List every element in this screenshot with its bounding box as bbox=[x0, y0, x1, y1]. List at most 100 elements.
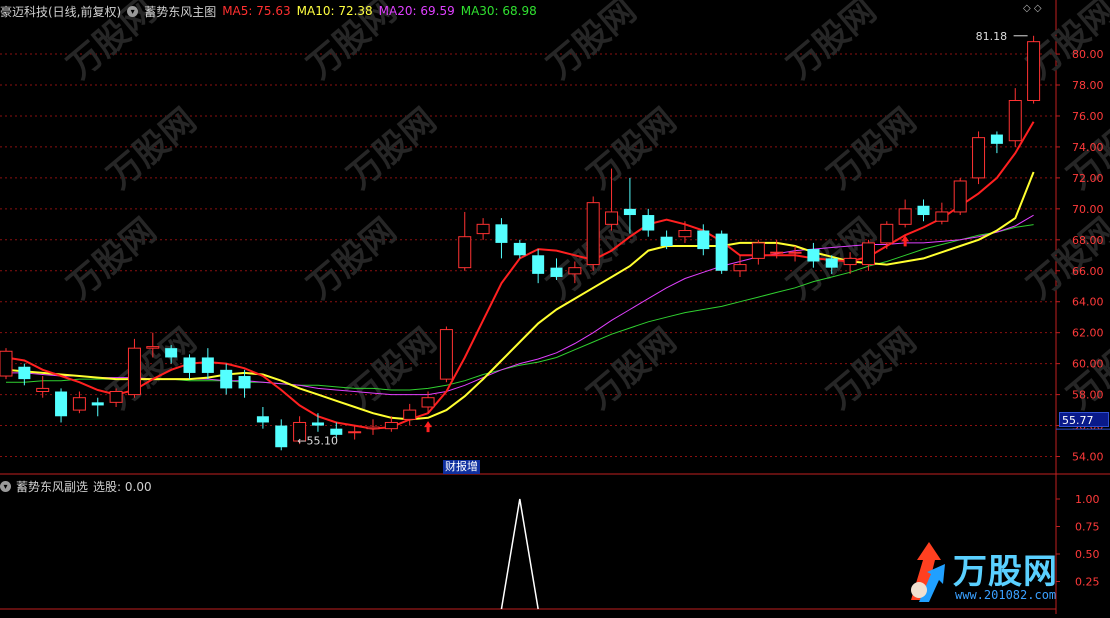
candle-body bbox=[201, 357, 214, 373]
watermark-text: 万股网 bbox=[540, 0, 644, 87]
candle-body bbox=[770, 251, 784, 254]
sub-indicator-value: 选股: 0.00 bbox=[93, 479, 152, 494]
candle-body bbox=[366, 426, 380, 430]
event-badge[interactable]: 财报增 bbox=[443, 460, 480, 474]
dropdown-icon[interactable]: ▾ bbox=[127, 5, 139, 17]
candle-body bbox=[1027, 41, 1041, 101]
candle-body bbox=[715, 233, 728, 271]
chart-canvas[interactable]: 万股网 万股网 万股网 万股网 万股网万股网 万股网 万股网 万股网 万股网万股网 万股网 万股网万… bbox=[0, 0, 1110, 614]
main-header: 豪迈科技(日线,前复权) ▾ 蓄势东风主图 MA5: 75.63 MA10: 7… bbox=[0, 2, 537, 20]
logo-arrow-icon bbox=[911, 542, 945, 602]
candle bbox=[55, 388, 68, 423]
candle bbox=[476, 218, 490, 240]
candle-body bbox=[72, 397, 86, 411]
tick-label: 0.75 bbox=[1075, 521, 1100, 534]
current-price-box: 55.77 bbox=[1059, 412, 1109, 427]
low-label: ←55.10 bbox=[297, 434, 338, 447]
stock-chart[interactable]: 万股网 万股网 万股网 万股网 万股网 万股网 万股网 万股网 万股网 万股网 万股网 万股网 万股网万… bbox=[0, 0, 1110, 614]
candle bbox=[220, 363, 233, 395]
candle-body bbox=[880, 223, 894, 244]
watermark-text: 万股网 bbox=[1020, 211, 1110, 307]
tick-label: 1.00 bbox=[1075, 493, 1100, 506]
candle-body bbox=[733, 264, 747, 272]
buy-arrow-icon bbox=[424, 421, 433, 433]
candle-body bbox=[183, 357, 196, 373]
watermark-text: 万股网 bbox=[300, 211, 404, 307]
signal-spike bbox=[500, 498, 539, 610]
main-indicator-name[interactable]: 蓄势东风主图 bbox=[144, 3, 216, 20]
candle-body bbox=[843, 257, 857, 266]
candle bbox=[715, 230, 728, 274]
candle-body bbox=[788, 251, 802, 254]
candle bbox=[990, 131, 1003, 154]
tick-label: 64.00 bbox=[1072, 296, 1104, 309]
sub-indicator-name[interactable]: 蓄势东风副选 bbox=[16, 478, 88, 495]
candle-body bbox=[568, 267, 582, 275]
candle bbox=[0, 348, 13, 380]
candle-body bbox=[36, 387, 50, 393]
tick-label: 74.00 bbox=[1072, 141, 1104, 154]
watermark-text: 万股网 bbox=[820, 321, 924, 417]
candle bbox=[201, 348, 214, 380]
brand-logo: 万股网 www.201082.com bbox=[905, 540, 1095, 610]
sub-header: ▾ 蓄势东风副选 选股: 0.00 bbox=[0, 478, 152, 494]
candle bbox=[127, 338, 141, 398]
ma20-label: MA20: 69.59 bbox=[378, 4, 455, 18]
candle-body bbox=[550, 267, 563, 277]
candle-body bbox=[807, 249, 820, 262]
candle-body bbox=[935, 211, 949, 222]
ma30-label: MA30: 68.98 bbox=[460, 4, 537, 18]
candle-body bbox=[348, 431, 362, 434]
candle-body bbox=[825, 258, 838, 268]
candle-body bbox=[1008, 99, 1022, 142]
candle bbox=[91, 397, 104, 417]
watermark-text: 万股网 bbox=[580, 321, 684, 417]
candle-body bbox=[642, 215, 655, 231]
candle-body bbox=[311, 422, 324, 426]
candle bbox=[348, 425, 362, 440]
candle bbox=[183, 354, 196, 380]
candle-body bbox=[586, 202, 600, 266]
tick-label: 76.00 bbox=[1072, 110, 1104, 123]
candle-body bbox=[256, 416, 269, 423]
candle-body bbox=[0, 350, 13, 377]
candle-body bbox=[18, 366, 31, 380]
candle bbox=[642, 208, 655, 237]
candle bbox=[917, 199, 930, 222]
tick-label: 62.00 bbox=[1072, 327, 1104, 340]
candle-body bbox=[220, 369, 233, 389]
candle bbox=[586, 196, 600, 271]
watermark-text: 万股网 bbox=[100, 101, 204, 197]
tick-label: 80.00 bbox=[1072, 48, 1104, 61]
candle bbox=[495, 218, 508, 259]
candle bbox=[751, 239, 765, 265]
candle-body bbox=[476, 223, 490, 235]
ma5-label: MA5: 75.63 bbox=[222, 4, 291, 18]
candle-body bbox=[660, 236, 673, 246]
candle bbox=[953, 177, 967, 216]
stock-title[interactable]: 豪迈科技(日线,前复权) bbox=[0, 3, 121, 20]
candle-body bbox=[495, 224, 508, 243]
candle bbox=[275, 419, 288, 451]
candle bbox=[439, 326, 453, 383]
candle-body bbox=[109, 391, 123, 403]
candle-body bbox=[623, 208, 636, 216]
sub-indicator-plot bbox=[500, 498, 539, 610]
candle bbox=[861, 239, 875, 271]
dropdown-icon[interactable]: ▾ bbox=[0, 480, 11, 492]
candle-body bbox=[751, 242, 765, 259]
candle bbox=[935, 202, 949, 225]
tick-label: 70.00 bbox=[1072, 203, 1104, 216]
candle-body bbox=[55, 391, 68, 417]
candle bbox=[458, 211, 472, 271]
tick-label: 66.00 bbox=[1072, 265, 1104, 278]
watermark-text: 万股网 bbox=[780, 0, 884, 87]
candle-body bbox=[917, 205, 930, 216]
diamond-icons[interactable]: ◇ ◇ bbox=[1023, 3, 1042, 14]
candle-body bbox=[127, 347, 141, 396]
candle bbox=[733, 255, 747, 277]
candle bbox=[311, 413, 324, 432]
candle-body bbox=[953, 180, 967, 213]
tick-label: 58.00 bbox=[1072, 389, 1104, 402]
watermark-text: 万股网 bbox=[60, 211, 164, 307]
